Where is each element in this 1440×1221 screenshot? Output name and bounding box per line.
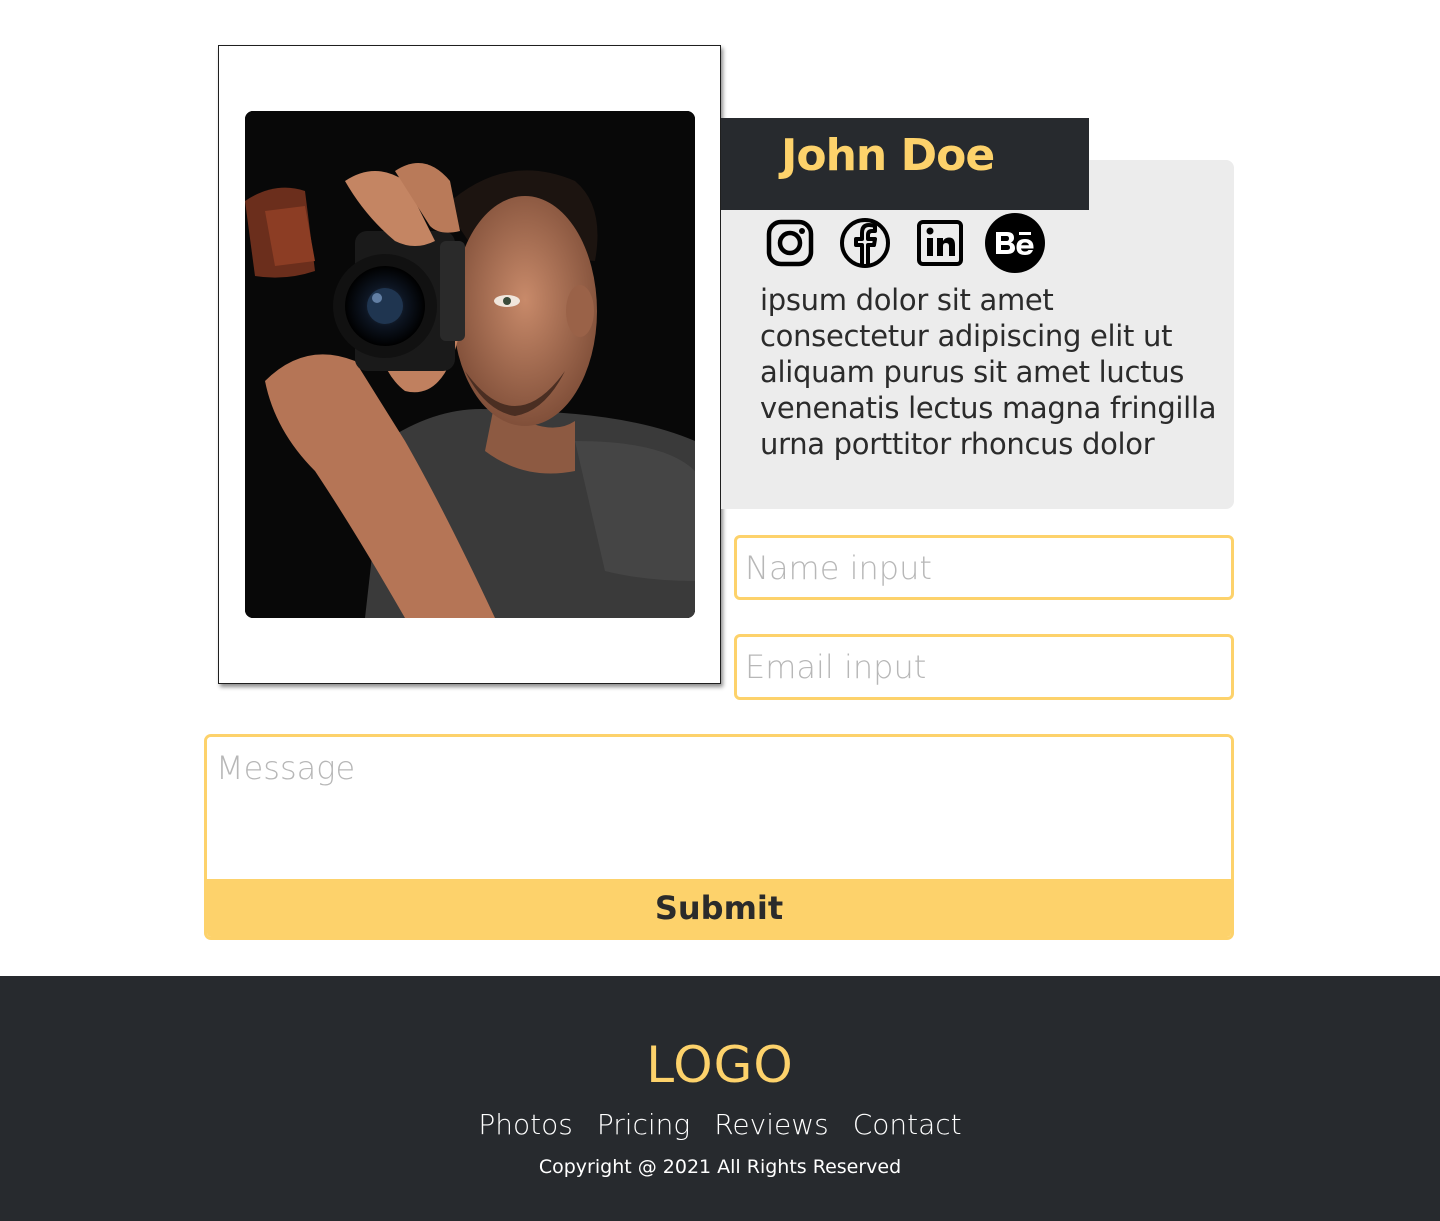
- footer-logo[interactable]: LOGO: [0, 1036, 1440, 1094]
- photo-card: [218, 45, 721, 684]
- behance-icon[interactable]: [985, 213, 1045, 273]
- linkedin-icon[interactable]: [910, 213, 970, 273]
- footer-link-pricing[interactable]: Pricing: [597, 1108, 690, 1141]
- message-section: Submit: [204, 734, 1234, 940]
- profile-name: John Doe: [781, 130, 995, 181]
- photographer-with-camera-image: [245, 111, 695, 618]
- footer-link-reviews[interactable]: Reviews: [714, 1108, 829, 1141]
- email-input[interactable]: [734, 634, 1234, 700]
- contact-page: John Doe ipsum dolor sit amet consectetu…: [0, 0, 1440, 1221]
- footer-copyright: Copyright @ 2021 All Rights Reserved: [538, 1156, 902, 1178]
- profile-photo: [245, 111, 695, 618]
- footer-link-photos[interactable]: Photos: [478, 1108, 572, 1141]
- instagram-icon[interactable]: [760, 213, 820, 273]
- submit-button[interactable]: Submit: [207, 879, 1231, 937]
- facebook-icon[interactable]: [835, 213, 895, 273]
- footer: LOGO Photos Pricing Reviews Contact Copy…: [0, 976, 1440, 1221]
- message-textarea[interactable]: [207, 737, 1231, 882]
- social-links: [760, 212, 1060, 274]
- footer-link-contact[interactable]: Contact: [853, 1108, 962, 1141]
- profile-bio: ipsum dolor sit amet consectetur adipisc…: [760, 283, 1217, 461]
- name-banner: John Doe: [721, 118, 1089, 210]
- name-input[interactable]: [734, 535, 1234, 600]
- footer-nav: Photos Pricing Reviews Contact: [0, 1108, 1440, 1141]
